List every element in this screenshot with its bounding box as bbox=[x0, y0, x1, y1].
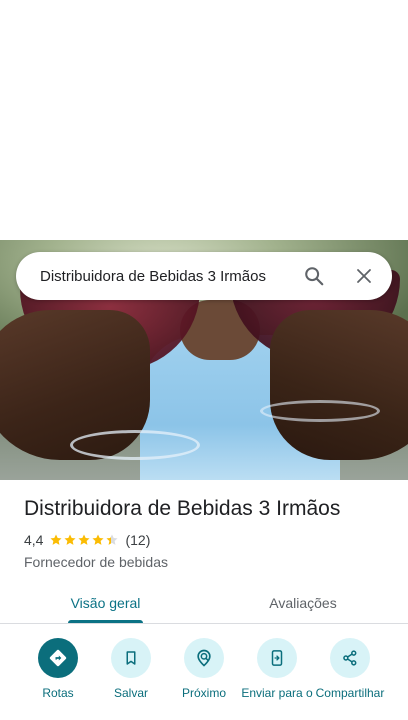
rating-row[interactable]: 4,4 (12) bbox=[24, 532, 150, 548]
place-category: Fornecedor de bebidas bbox=[24, 554, 168, 570]
directions-icon[interactable] bbox=[38, 638, 78, 678]
rating-value: 4,4 bbox=[24, 532, 44, 548]
star-icon bbox=[78, 534, 91, 545]
photo-glass-base-left bbox=[70, 430, 200, 460]
send-to-phone-icon[interactable] bbox=[257, 638, 297, 678]
nearby-button[interactable]: Próximo bbox=[167, 638, 241, 701]
action-bar: Rotas Salvar Próximo Enviar para o Compa… bbox=[0, 638, 408, 720]
save-label: Salvar bbox=[113, 686, 148, 700]
review-count[interactable]: (12) bbox=[125, 532, 150, 548]
directions-button[interactable]: Rotas bbox=[21, 638, 95, 701]
search-input[interactable]: Distribuidora de Bebidas 3 Irmãos bbox=[40, 268, 302, 285]
share-button[interactable]: Compartilhar bbox=[313, 638, 387, 701]
tab-reviews[interactable]: Avaliações bbox=[260, 582, 346, 624]
search-bar[interactable]: Distribuidora de Bebidas 3 Irmãos bbox=[16, 252, 392, 300]
star-icon bbox=[64, 534, 77, 545]
place-title: Distribuidora de Bebidas 3 Irmãos bbox=[24, 497, 341, 520]
nearby-label: Próximo bbox=[181, 686, 226, 700]
send-to-phone-label: Enviar para o bbox=[241, 686, 313, 700]
photo-hand-right bbox=[270, 310, 408, 460]
map-area-blank bbox=[0, 0, 408, 240]
directions-label: Rotas bbox=[42, 686, 74, 700]
star-icon bbox=[50, 534, 63, 545]
save-button[interactable]: Salvar bbox=[94, 638, 168, 701]
share-icon[interactable] bbox=[330, 638, 370, 678]
star-icon bbox=[106, 534, 119, 545]
bookmark-icon[interactable] bbox=[111, 638, 151, 678]
send-to-phone-button[interactable]: Enviar para o bbox=[240, 638, 314, 701]
photo-glass-base-right bbox=[260, 400, 380, 422]
share-label: Compartilhar bbox=[315, 686, 385, 700]
star-icon bbox=[92, 534, 105, 545]
close-icon[interactable] bbox=[352, 264, 376, 288]
nearby-icon[interactable] bbox=[184, 638, 224, 678]
place-tabs: Visão geral Avaliações bbox=[0, 582, 408, 624]
star-rating bbox=[49, 533, 119, 547]
search-icon[interactable] bbox=[302, 264, 326, 288]
active-tab-indicator bbox=[68, 620, 143, 623]
tab-overview[interactable]: Visão geral bbox=[68, 582, 143, 624]
